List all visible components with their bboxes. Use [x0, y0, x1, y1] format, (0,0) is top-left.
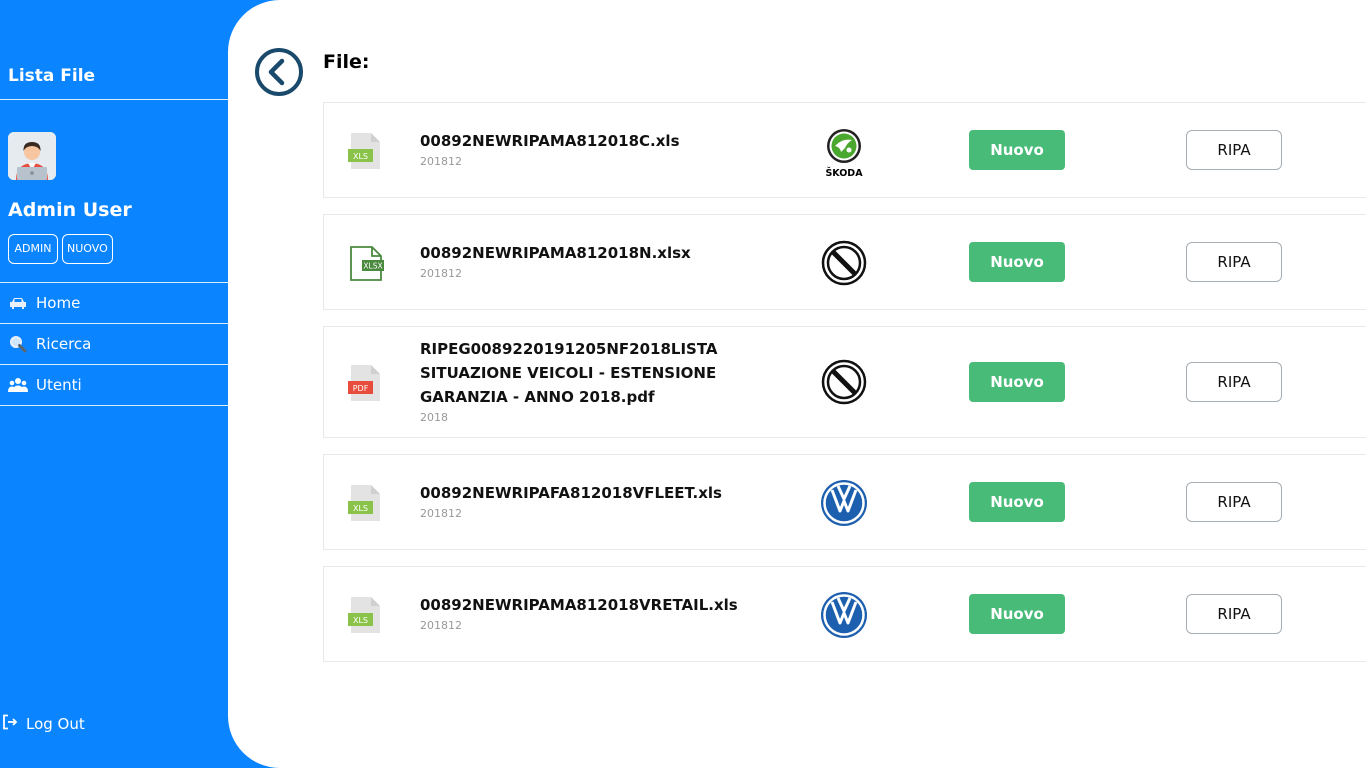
avatar: [8, 132, 56, 180]
nuovo-button[interactable]: Nuovo: [969, 242, 1065, 282]
pdf-file-icon: PDF: [348, 364, 382, 406]
logout-button[interactable]: Log Out: [2, 713, 85, 735]
volkswagen-logo-icon: [820, 479, 868, 527]
main-panel: File: XLS 00892NEWRIPAMA812018C.xls 2018…: [228, 0, 1366, 768]
nuovo-button[interactable]: Nuovo: [969, 482, 1065, 522]
svg-text:ŠKODA: ŠKODA: [825, 167, 863, 178]
logout-icon: [2, 714, 18, 734]
file-date: 201812: [420, 267, 462, 280]
ripa-button[interactable]: RIPA: [1186, 362, 1282, 402]
ripa-button[interactable]: RIPA: [1186, 130, 1282, 170]
file-name[interactable]: 00892NEWRIPAMA812018VRETAIL.xls: [420, 593, 738, 617]
role-badge-nuovo: NUOVO: [62, 234, 113, 264]
ripa-button[interactable]: RIPA: [1186, 242, 1282, 282]
logout-label: Log Out: [26, 715, 85, 733]
nav-label-utenti: Utenti: [36, 376, 82, 394]
file-date: 201812: [420, 155, 462, 168]
svg-text:PDF: PDF: [353, 384, 369, 393]
file-name[interactable]: 00892NEWRIPAFA812018VFLEET.xls: [420, 481, 722, 505]
svg-text:XLS: XLS: [353, 152, 368, 161]
nav-item-utenti[interactable]: Utenti: [0, 365, 228, 405]
file-name[interactable]: 00892NEWRIPAMA812018N.xlsx: [420, 241, 720, 265]
file-date: 201812: [420, 619, 462, 632]
nav-label-home: Home: [36, 294, 81, 312]
file-name[interactable]: 00892NEWRIPAMA812018C.xls: [420, 129, 720, 153]
search-icon: [8, 334, 28, 354]
nuovo-button[interactable]: Nuovo: [969, 594, 1065, 634]
user-badges: ADMIN NUOVO: [8, 234, 113, 264]
file-row[interactable]: XLSX 00892NEWRIPAMA812018N.xlsx 201812 N…: [323, 214, 1366, 310]
nav-item-home[interactable]: Home: [0, 283, 228, 323]
users-icon: [8, 375, 28, 395]
xls-file-icon: XLS: [348, 132, 382, 174]
file-row[interactable]: PDF RIPEG0089220191205NF2018LISTA SITUAZ…: [323, 326, 1366, 438]
ripa-button[interactable]: RIPA: [1186, 482, 1282, 522]
divider: [0, 99, 228, 100]
page-title: File:: [323, 51, 370, 73]
ripa-button[interactable]: RIPA: [1186, 594, 1282, 634]
divider: [0, 405, 228, 406]
file-date: 2018: [420, 411, 448, 424]
file-date: 201812: [420, 507, 462, 520]
role-badge-admin: ADMIN: [8, 234, 58, 264]
back-button[interactable]: [254, 47, 304, 97]
file-row[interactable]: XLS 00892NEWRIPAMA812018VRETAIL.xls 2018…: [323, 566, 1366, 662]
xls-file-icon: XLS: [348, 596, 382, 638]
xlsx-file-icon: XLSX: [348, 244, 386, 286]
nuovo-button[interactable]: Nuovo: [969, 130, 1065, 170]
volkswagen-logo-icon: [820, 591, 868, 639]
svg-text:XLSX: XLSX: [363, 262, 382, 271]
file-name[interactable]: RIPEG0089220191205NF2018LISTA SITUAZIONE…: [420, 337, 720, 409]
skoda-logo-icon: ŠKODA: [820, 126, 868, 179]
xls-file-icon: XLS: [348, 484, 382, 526]
file-row[interactable]: XLS 00892NEWRIPAMA812018C.xls 201812 ŠKO…: [323, 102, 1366, 198]
chevron-left-circle-icon: [255, 48, 303, 96]
nav-item-ricerca[interactable]: Ricerca: [0, 324, 228, 364]
file-row[interactable]: XLS 00892NEWRIPAFA812018VFLEET.xls 20181…: [323, 454, 1366, 550]
app-title: Lista File: [8, 66, 96, 86]
nav-label-ricerca: Ricerca: [36, 335, 92, 353]
svg-text:XLS: XLS: [353, 616, 368, 625]
no-brand-icon: [820, 239, 868, 287]
sidebar: Lista File Admin User ADMIN NUOVO Home R…: [0, 0, 228, 768]
nuovo-button[interactable]: Nuovo: [969, 362, 1065, 402]
user-name: Admin User: [8, 199, 132, 221]
no-brand-icon: [820, 358, 868, 406]
car-icon: [8, 293, 28, 313]
svg-text:XLS: XLS: [353, 504, 368, 513]
